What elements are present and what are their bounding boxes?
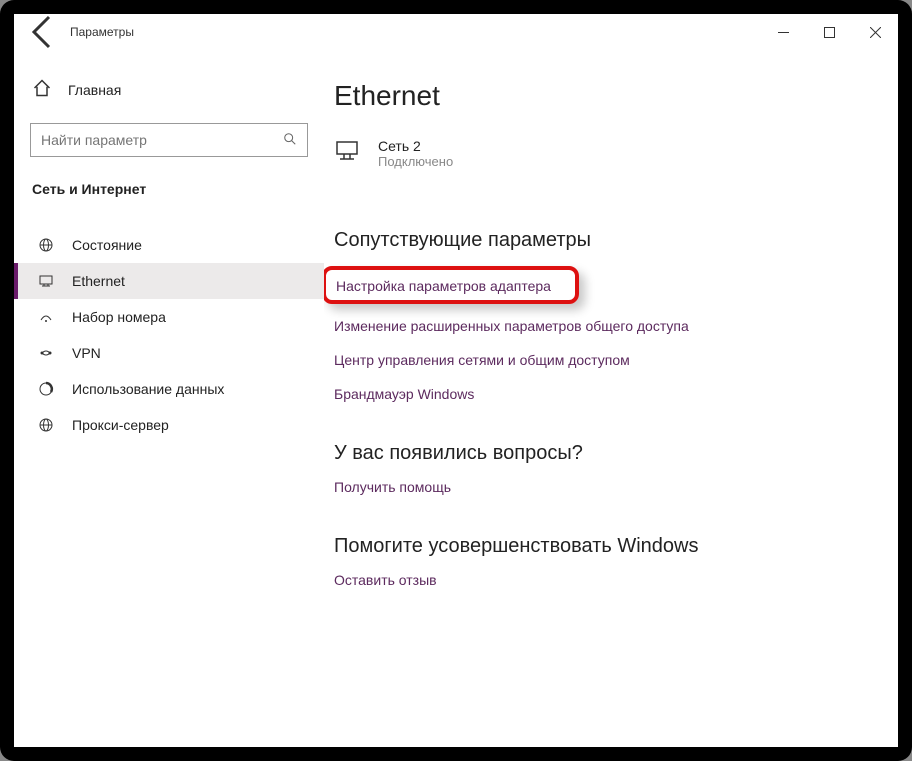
link-firewall[interactable]: Брандмауэр Windows bbox=[334, 386, 878, 402]
minimize-button[interactable] bbox=[760, 14, 806, 50]
back-button[interactable] bbox=[24, 14, 64, 50]
sidebar-item-dialup[interactable]: Набор номера bbox=[14, 299, 324, 335]
sidebar-item-label: Набор номера bbox=[72, 309, 166, 325]
sidebar-item-ethernet[interactable]: Ethernet bbox=[14, 263, 324, 299]
vpn-icon bbox=[36, 345, 56, 361]
sidebar-item-vpn[interactable]: VPN bbox=[14, 335, 324, 371]
improve-header: Помогите усовершенствовать Windows bbox=[334, 535, 878, 558]
sidebar-item-label: VPN bbox=[72, 345, 101, 361]
link-advanced-sharing[interactable]: Изменение расширенных параметров общего … bbox=[334, 318, 878, 334]
sidebar-item-label: Прокси-сервер bbox=[72, 417, 169, 433]
link-network-center[interactable]: Центр управления сетями и общим доступом bbox=[334, 352, 878, 368]
sidebar-item-label: Использование данных bbox=[72, 381, 224, 397]
questions-header: У вас появились вопросы? bbox=[334, 442, 878, 465]
data-usage-icon bbox=[36, 381, 56, 397]
highlight-box: Настройка параметров адаптера bbox=[324, 266, 579, 304]
related-settings-header: Сопутствующие параметры bbox=[334, 229, 878, 252]
sidebar-item-datausage[interactable]: Использование данных bbox=[14, 371, 324, 407]
home-icon bbox=[32, 78, 52, 101]
link-get-help[interactable]: Получить помощь bbox=[334, 479, 878, 495]
link-feedback[interactable]: Оставить отзыв bbox=[334, 572, 878, 588]
search-box[interactable] bbox=[30, 123, 308, 157]
network-name: Сеть 2 bbox=[378, 138, 453, 154]
network-status: Подключено bbox=[378, 154, 453, 169]
search-icon bbox=[283, 132, 297, 149]
globe-icon bbox=[36, 237, 56, 253]
sidebar-section-title: Сеть и Интернет bbox=[14, 157, 324, 207]
titlebar: Параметры bbox=[14, 14, 898, 50]
link-adapter-settings[interactable]: Настройка параметров адаптера bbox=[336, 278, 551, 294]
main-content: Ethernet Сеть 2 Подключено Сопутствующие… bbox=[324, 50, 898, 747]
sidebar-item-proxy[interactable]: Прокси-сервер bbox=[14, 407, 324, 443]
close-button[interactable] bbox=[852, 14, 898, 50]
page-title: Ethernet bbox=[334, 80, 878, 112]
sidebar-item-label: Ethernet bbox=[72, 273, 125, 289]
proxy-icon bbox=[36, 417, 56, 433]
sidebar-item-status[interactable]: Состояние bbox=[14, 227, 324, 263]
dialup-icon bbox=[36, 309, 56, 325]
settings-window: Параметры Главная Сеть и bbox=[14, 14, 898, 747]
search-input[interactable] bbox=[41, 132, 283, 148]
sidebar-item-label: Состояние bbox=[72, 237, 142, 253]
network-icon bbox=[334, 138, 364, 169]
sidebar: Главная Сеть и Интернет Состояние Ethern… bbox=[14, 50, 324, 747]
home-label: Главная bbox=[68, 82, 121, 98]
network-entry[interactable]: Сеть 2 Подключено bbox=[334, 138, 878, 169]
ethernet-icon bbox=[36, 273, 56, 289]
window-title: Параметры bbox=[70, 25, 134, 39]
home-button[interactable]: Главная bbox=[14, 70, 324, 109]
maximize-button[interactable] bbox=[806, 14, 852, 50]
